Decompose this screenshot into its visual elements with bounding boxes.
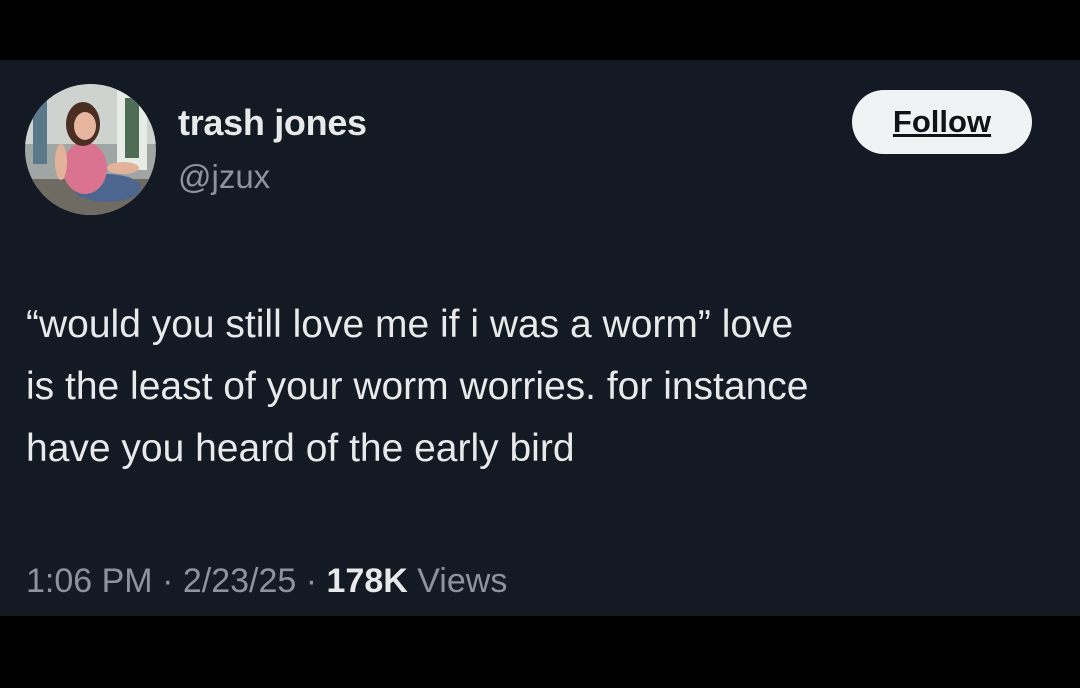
views-label: Views [407, 562, 508, 600]
tweet-time[interactable]: 1:06 PM [26, 562, 153, 600]
avatar[interactable] [25, 84, 156, 215]
follow-button[interactable]: Follow [852, 90, 1032, 154]
tweet-text-line: have you heard of the early bird [26, 427, 575, 470]
tweet-card: trash jones @jzux Follow “would you stil… [0, 60, 1080, 616]
tweet-meta: 1:06 PM · 2/23/25 · 178K Views [26, 562, 507, 601]
tweet-text-line: is the least of your worm worries. for i… [26, 365, 809, 408]
author-display-name[interactable]: trash jones [178, 102, 367, 144]
letterbox-top [0, 0, 1080, 60]
tweet-date[interactable]: 2/23/25 [183, 562, 296, 600]
tweet-text: “would you still love me if i was a worm… [26, 294, 1056, 480]
meta-separator: · [296, 562, 327, 600]
meta-separator: · [152, 562, 183, 600]
views-count[interactable]: 178K [327, 562, 408, 600]
tweet-text-line: “would you still love me if i was a worm… [26, 303, 794, 346]
letterbox-bottom [0, 616, 1080, 688]
avatar-photo [25, 84, 156, 215]
author-handle[interactable]: @jzux [178, 158, 270, 196]
